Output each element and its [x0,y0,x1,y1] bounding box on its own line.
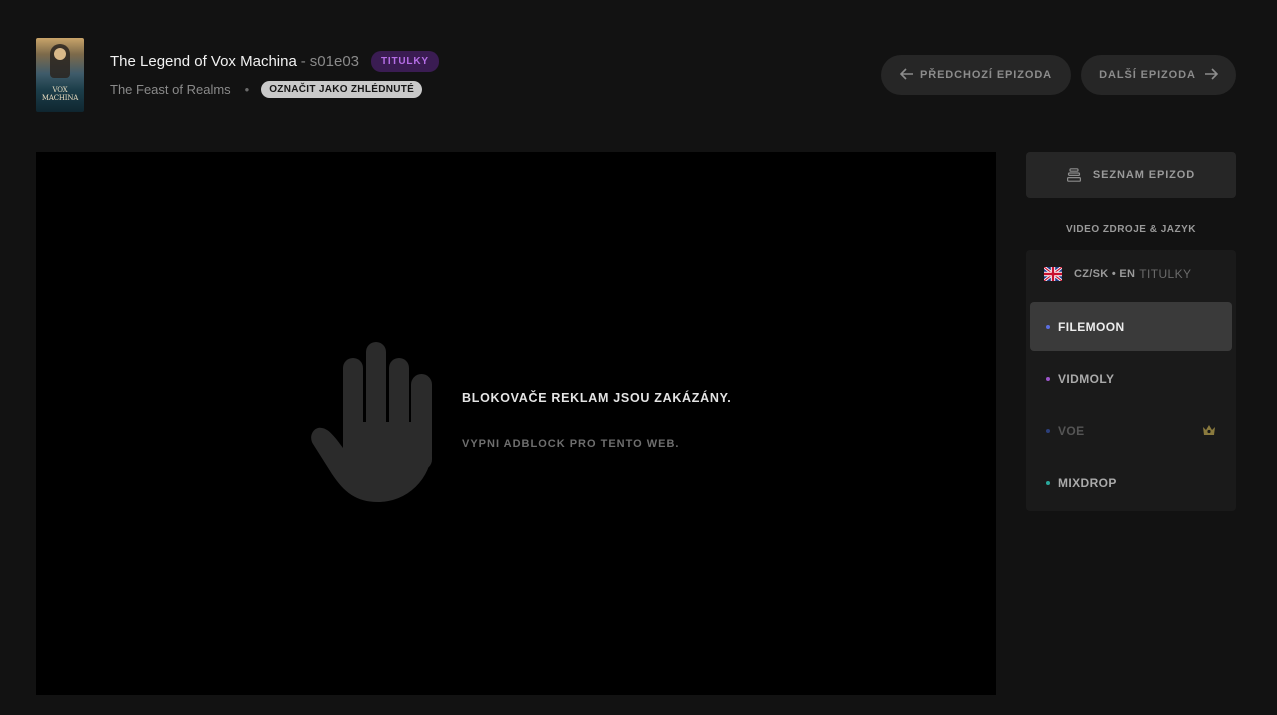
source-status-dot [1046,376,1050,381]
poster-title: VOX MACHINA [41,86,79,102]
next-episode-button[interactable]: DALŠÍ EPIZODA [1081,55,1236,95]
language-label: CZ/SK • EN [1074,268,1136,280]
dot-separator: • [244,82,250,97]
subtitles-badge: TITULKY [371,51,439,72]
show-title[interactable]: The Legend of Vox Machina [110,53,297,70]
crown-icon [1203,425,1215,435]
source-vidmoly[interactable]: VIDMOLY [1030,354,1232,403]
source-status-dot [1046,480,1050,485]
adblock-warning-subtitle: VYPNI ADBLOCK PRO TENTO WEB. [462,438,680,450]
show-poster[interactable]: VOX MACHINA [36,38,84,112]
source-label: VIDMOLY [1058,371,1115,386]
next-episode-label: DALŠÍ EPIZODA [1099,69,1196,81]
source-label: MIXDROP [1058,475,1117,490]
mark-watched-button[interactable]: OZNAČIT JAKO ZHLÉDNUTÉ [261,81,423,98]
uk-flag-icon [1044,267,1062,281]
source-filemoon[interactable]: FILEMOON [1030,302,1232,351]
source-mixdrop[interactable]: MIXDROP [1030,458,1232,507]
video-player[interactable]: BLOKOVAČE REKLAM JSOU ZAKÁZÁNY. VYPNI AD… [36,152,996,695]
subtitle-row: The Feast of Realms • OZNAČIT JAKO ZHLÉD… [110,81,423,98]
previous-episode-button[interactable]: PŘEDCHOZÍ EPIZODA [881,55,1071,95]
source-label: FILEMOON [1058,319,1125,334]
episode-list-label: SEZNAM EPIZOD [1092,169,1196,181]
previous-episode-label: PŘEDCHOZÍ EPIZODA [919,69,1053,81]
title-row: The Legend of Vox Machina - s01e03 TITUL… [110,51,439,72]
episode-list-button[interactable]: SEZNAM EPIZOD [1026,152,1236,198]
sources-heading: VIDEO ZDROJE & JAZYK [1065,224,1197,235]
list-icon [1066,168,1081,182]
episode-code: s01e03 [309,53,360,70]
source-status-dot [1046,324,1050,329]
arrow-left-icon [899,67,914,84]
episode-title: The Feast of Realms [110,82,231,97]
source-status-dot [1046,428,1050,433]
language-sub-label: TITULKY [1139,267,1192,281]
adblock-warning-title: BLOKOVAČE REKLAM JSOU ZAKÁZÁNY. [462,391,732,405]
poster-figure-head [54,48,66,60]
source-label: VOE [1058,423,1085,438]
hand-stop-icon [311,342,432,502]
arrow-right-icon [1204,67,1218,84]
title-separator: - [300,53,306,70]
sources-panel: CZ/SK • EN TITULKY FILEMOON VIDMOLY VOE … [1026,250,1236,511]
source-voe[interactable]: VOE [1030,406,1232,455]
language-selector[interactable]: CZ/SK • EN TITULKY [1044,267,1191,281]
